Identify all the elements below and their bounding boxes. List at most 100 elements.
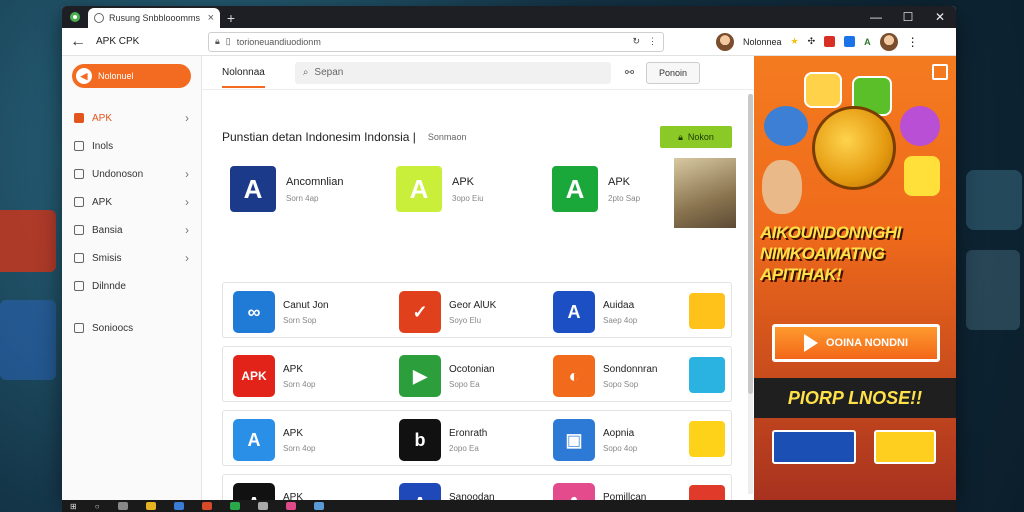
tab-close-icon[interactable]: ×	[208, 12, 214, 24]
featured-app-name: Ancomnlian	[286, 175, 344, 188]
list-item[interactable]: ✓ Geor AlUK Soyo Elu	[399, 291, 496, 333]
list-item[interactable]: AAPKSorn 4op	[233, 419, 315, 461]
back-arrow-icon[interactable]: ←	[70, 33, 88, 51]
ad-tile-left	[772, 430, 856, 464]
sidebar-item[interactable]: APK ›	[62, 104, 201, 132]
taskbar-app-icon[interactable]	[145, 502, 156, 510]
taskbar-app-icon[interactable]	[201, 502, 212, 510]
list-item[interactable]: ∞ Canut Jon Sorn Sop	[233, 291, 329, 333]
ad-banner[interactable]: AIKOUNDONNGHI NIMKOAMATNG APITIHAK! OOIN…	[754, 56, 956, 500]
start-icon[interactable]: ⊞	[70, 502, 77, 511]
table-row[interactable]: ∞ Canut Jon Sorn Sop ✓ Geor AlUK Soyo Elu A Aui…	[222, 282, 732, 338]
ad-character-icon	[762, 160, 802, 214]
browser-window: Rusung Snbblooomms × + — ☐ ✕ ← APK CPK 🔒…	[62, 6, 956, 500]
table-row[interactable]: A APK Sorn 4op b Eronrath 2opo Ea ▣ Aopnia Sopo …	[222, 410, 732, 466]
taskbar-app-icon[interactable]	[229, 502, 240, 510]
featured-app-name: APK	[452, 175, 475, 188]
sidebar-item[interactable]: Undonoson ›	[62, 160, 201, 188]
list-item[interactable]: ▣ Aopnia Sopo 4op	[553, 419, 637, 461]
search-icon: ⌕	[302, 67, 309, 78]
extension-red-icon[interactable]	[824, 36, 836, 47]
omnibox-menu-icon[interactable]: ⋮	[648, 36, 657, 47]
sidebar-item[interactable]: Dilnnde	[62, 272, 201, 300]
profile-avatar[interactable]	[716, 32, 734, 51]
list-item[interactable]: b Eronrath 2opo Ea	[399, 419, 487, 461]
sidebar-item[interactable]: Inols	[62, 132, 201, 160]
app-name: Eronrath	[449, 427, 488, 439]
star-icon[interactable]: ★	[791, 36, 799, 47]
table-row[interactable]: AAPKSorn 4op ASanoodanSono Eau ✿PomillcanS…	[222, 474, 732, 500]
content-title-tab[interactable]: Nolonnaa	[222, 58, 265, 88]
brand-label: Nolonuel	[98, 71, 134, 81]
browser-menu-icon[interactable]: ⋮	[907, 35, 919, 49]
new-tab-button[interactable]: +	[220, 8, 242, 28]
featured-app-size: Sorn 4ap	[286, 193, 319, 203]
list-item[interactable]: AAPKSorn 4op	[233, 483, 315, 500]
page-info-icon[interactable]: ▯	[226, 36, 231, 47]
list-item[interactable]: ◐ Sondonnran Sopo Sop	[553, 355, 658, 397]
featured-app[interactable]: A Ancomnlian Sorn 4ap	[230, 166, 343, 212]
scrollbar-thumb[interactable]	[748, 94, 753, 394]
taskbar-app-icon[interactable]	[313, 502, 324, 510]
list-item[interactable]: ASanoodanSono Eau	[399, 483, 495, 500]
ad-cta-label: OOINA NONDNI	[825, 337, 909, 349]
lock-icon: 🔒︎	[215, 36, 220, 46]
ad-mascot-icon	[812, 106, 896, 190]
reload-icon[interactable]: ↻	[632, 36, 640, 47]
row-end-app-icon[interactable]	[689, 485, 725, 500]
app-icon: ▣	[553, 419, 595, 461]
app-icon: ▶	[399, 355, 441, 397]
app-icon-glyph: ▣	[565, 429, 583, 450]
table-row[interactable]: APK APK Sorn 4op ▶ Ocotonian Sopo Ea ◐ Sondonnr…	[222, 346, 732, 402]
ad-headline: AIKOUNDONNGHI NIMKOAMATNG APITIHAK!	[760, 223, 901, 284]
sidebar-item[interactable]: Sonioocs	[62, 314, 201, 342]
app-icon-glyph: ▶	[413, 365, 427, 386]
header-button[interactable]: Ponoin	[646, 61, 701, 84]
close-window-button[interactable]: ✕	[924, 6, 956, 28]
extension-aa-icon[interactable]: A	[864, 37, 871, 47]
row-end-app-icon[interactable]	[689, 357, 725, 393]
scrollbar[interactable]	[748, 94, 753, 494]
row-end-app-icon[interactable]	[689, 293, 725, 329]
list-item[interactable]: ✿PomillcanSopo 4op	[553, 483, 646, 500]
sidebar-item[interactable]: Smisis ›	[62, 244, 201, 272]
ad-close-icon[interactable]	[932, 64, 948, 80]
extension-blue-icon[interactable]	[844, 36, 856, 47]
featured-app[interactable]: A APK 2pto Sap	[552, 166, 640, 212]
address-bar[interactable]: 🔒︎ ▯ torioneuandiuodionm ↻ ⋮	[208, 31, 664, 52]
list-item[interactable]: APK APK Sorn 4op	[233, 355, 315, 397]
taskbar-app-icon[interactable]	[117, 502, 128, 510]
maximize-button[interactable]: ☐	[892, 6, 924, 28]
brand-button[interactable]: ◀ Nolonuel	[72, 64, 191, 88]
list-item[interactable]: A Auidaa Saep 4op	[553, 291, 637, 333]
section-subtitle: Sonmaon	[427, 132, 467, 142]
featured-row: A Ancomnlian Sorn 4ap A APK 3opo Eiu A APK 2pto …	[230, 158, 740, 228]
sidebar-item[interactable]: APK ›	[62, 188, 201, 216]
ad-character-icon	[764, 106, 808, 146]
account-avatar[interactable]	[879, 32, 898, 51]
taskbar-app-icon[interactable]	[173, 502, 184, 510]
featured-app[interactable]: A APK 3opo Eiu	[396, 166, 484, 212]
row-end-app-icon[interactable]	[689, 421, 725, 457]
filter-icon[interactable]: ⚯	[625, 66, 634, 79]
sidebar-item-icon	[74, 225, 84, 235]
taskbar-app-icon[interactable]	[285, 502, 296, 510]
ad-cta-button[interactable]: OOINA NONDNI	[772, 324, 940, 362]
minimize-button[interactable]: —	[860, 6, 892, 28]
app-size: Sorn Sop	[283, 315, 317, 325]
sidebar-item[interactable]: Bansia ›	[62, 216, 201, 244]
puzzle-extension-icon[interactable]: ✣	[808, 36, 816, 47]
featured-image[interactable]	[674, 158, 736, 228]
browser-tab[interactable]: Rusung Snbblooomms ×	[88, 8, 220, 28]
taskbar-app-icon[interactable]	[257, 502, 268, 510]
search-input[interactable]: ⌕ Sepan	[294, 61, 611, 84]
sidebar-item-icon	[74, 253, 84, 263]
browser-app-icon[interactable]	[62, 6, 88, 28]
app-name: Auidaa	[603, 299, 635, 311]
app-icon: A	[233, 483, 275, 500]
green-action-button[interactable]: 🔒︎ Nokon	[660, 126, 732, 148]
list-item[interactable]: ▶ Ocotonian Sopo Ea	[399, 355, 495, 397]
chevron-right-icon: ›	[185, 195, 189, 209]
featured-app-name: APK	[608, 175, 631, 188]
taskbar-search-icon[interactable]: ○	[95, 502, 100, 511]
